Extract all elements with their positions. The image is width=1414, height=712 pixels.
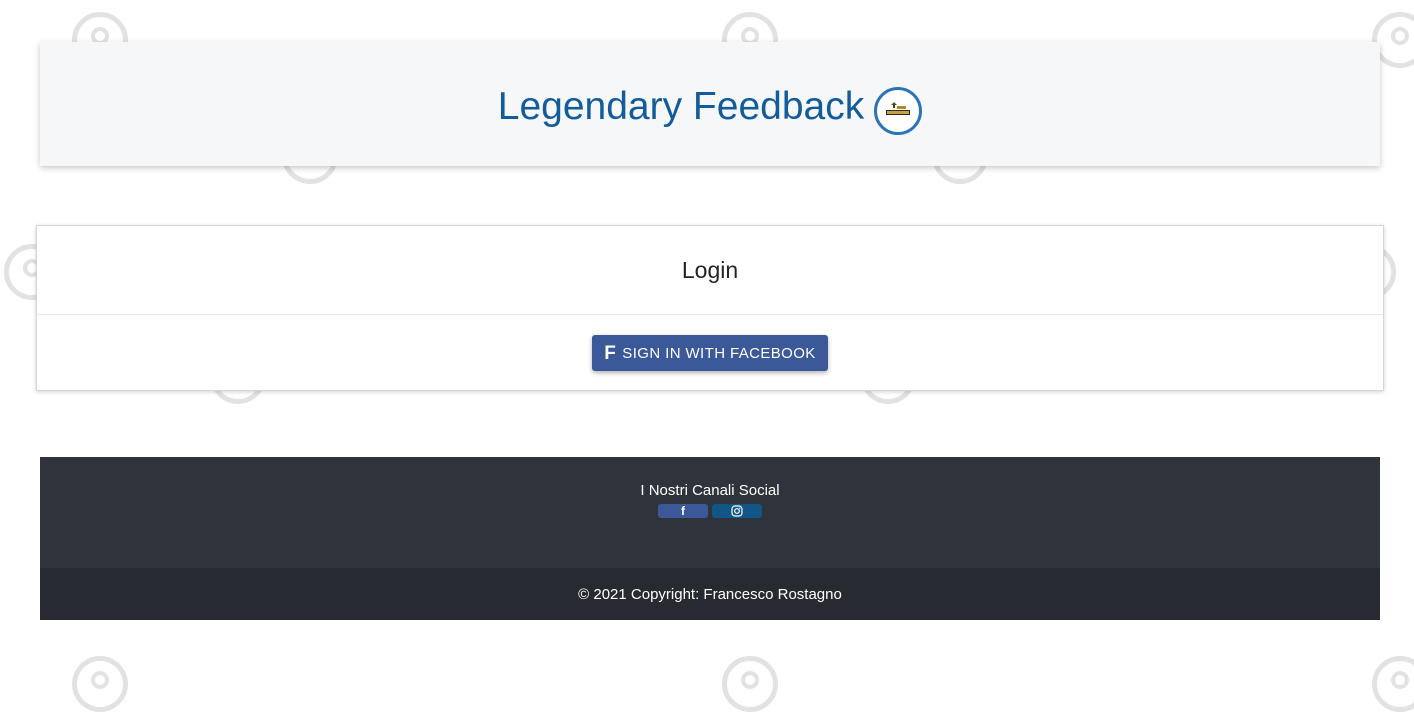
site-header: Legendary Feedback [40, 42, 1380, 166]
sign-in-with-facebook-button[interactable]: f SIGN IN WITH FACEBOOK [592, 335, 827, 371]
logo-graphic [878, 91, 918, 131]
copyright-text: © 2021 Copyright: Francesco Rostagno [578, 586, 842, 603]
facebook-f-icon: f [604, 344, 616, 363]
login-title: Login [37, 226, 1383, 315]
background-ring-icon [72, 656, 128, 712]
social-links: f [40, 504, 1380, 518]
facebook-link-button[interactable]: f [658, 504, 708, 518]
site-footer: I Nostri Canali Social f © 2021 Copyrigh… [40, 457, 1380, 620]
background-ring-icon [1372, 656, 1414, 712]
social-heading: I Nostri Canali Social [40, 482, 1380, 499]
facebook-f-icon: f [681, 504, 685, 518]
instagram-link-button[interactable] [712, 504, 762, 518]
site-title: Legendary Feedback [498, 77, 922, 135]
login-card: Login f SIGN IN WITH FACEBOOK [36, 225, 1384, 391]
instagram-icon [731, 505, 743, 517]
copyright-bar: © 2021 Copyright: Francesco Rostagno [40, 568, 1380, 620]
site-title-text: Legendary Feedback [498, 87, 864, 126]
background-ring-icon [722, 656, 778, 712]
legendary-logo-icon [874, 87, 922, 135]
login-body: f SIGN IN WITH FACEBOOK [37, 315, 1383, 371]
footer-social-section: I Nostri Canali Social f [40, 457, 1380, 568]
sign-in-with-facebook-label: SIGN IN WITH FACEBOOK [622, 345, 815, 362]
